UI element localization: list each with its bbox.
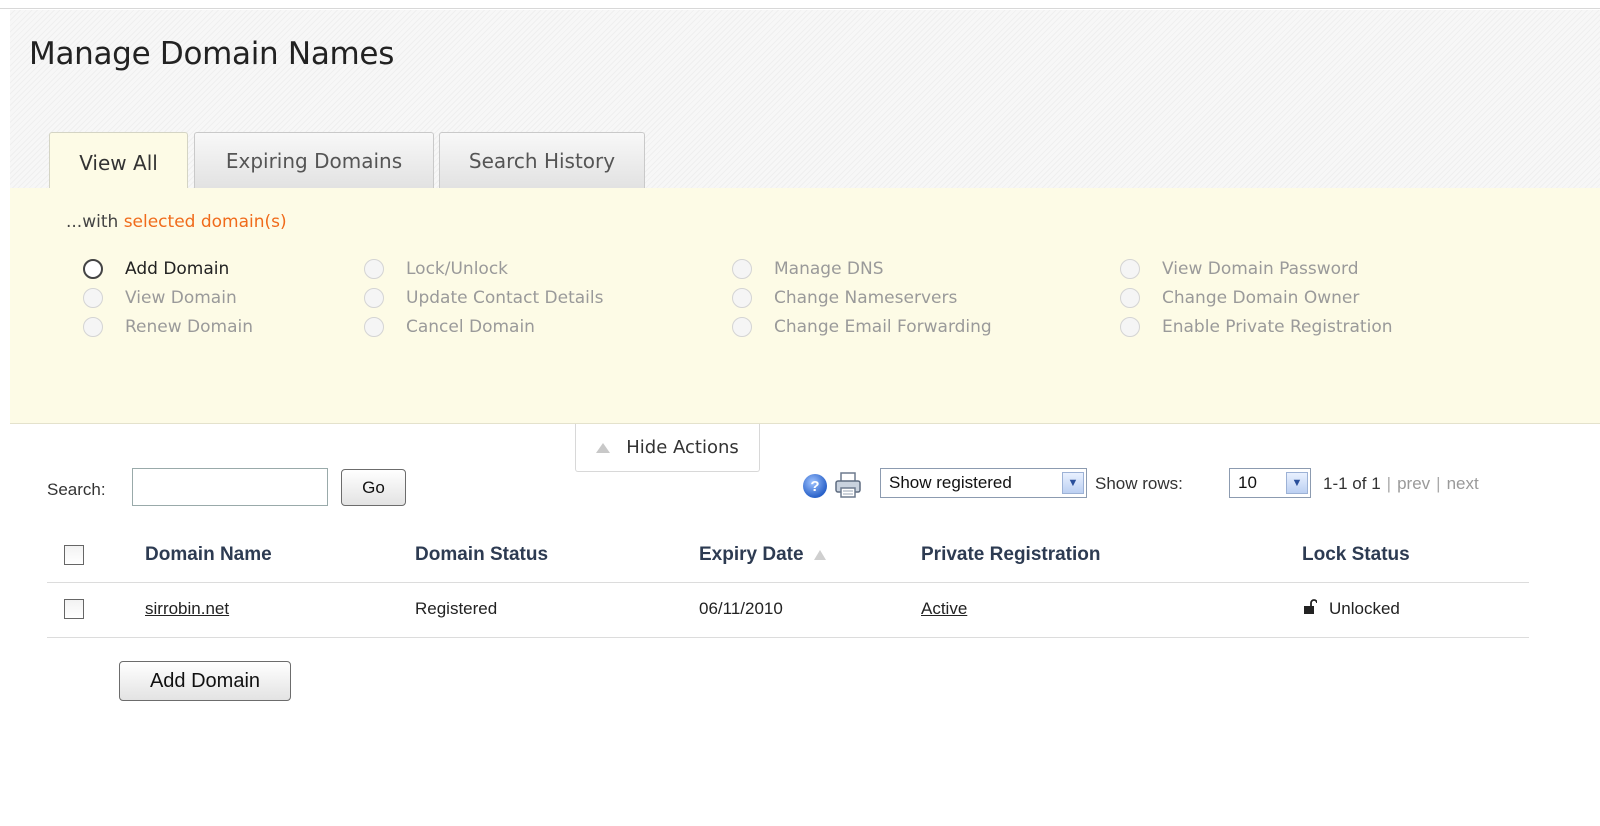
action-lock-unlock: Lock/Unlock (364, 256, 508, 282)
row-checkbox[interactable] (64, 599, 84, 619)
action-cancel-domain: Cancel Domain (364, 314, 535, 340)
column-header-lock-status[interactable]: Lock Status (1302, 544, 1410, 566)
tab-view-all[interactable]: View All (49, 132, 188, 192)
column-header-label: Expiry Date (699, 544, 804, 565)
radio-manage-dns (732, 259, 752, 279)
pagination-range: 1-1 of 1 (1323, 474, 1381, 493)
action-label: Change Nameservers (774, 288, 958, 308)
pagination: 1-1 of 1 | prev | next (1323, 474, 1479, 494)
status-filter-select[interactable]: Show registered ▼ (880, 468, 1087, 498)
radio-add-domain[interactable] (83, 259, 103, 279)
column-header-domain-status[interactable]: Domain Status (415, 544, 548, 566)
radio-lock-unlock (364, 259, 384, 279)
action-label: Renew Domain (125, 317, 254, 337)
radio-view-domain (83, 288, 103, 308)
selection-hint-prefix: ...with (66, 212, 119, 232)
tab-expiring-domains[interactable]: Expiring Domains (194, 132, 434, 188)
radio-change-nameservers (732, 288, 752, 308)
row-divider (47, 637, 1529, 638)
radio-enable-private-registration (1120, 317, 1140, 337)
radio-change-domain-owner (1120, 288, 1140, 308)
radio-cancel-domain (364, 317, 384, 337)
go-button[interactable]: Go (341, 469, 406, 506)
action-view-domain: View Domain (83, 285, 237, 311)
tab-search-history[interactable]: Search History (439, 132, 645, 188)
printer-icon[interactable] (833, 470, 863, 500)
page-title: Manage Domain Names (29, 36, 395, 72)
rows-per-page-select[interactable]: 10 ▼ (1229, 468, 1311, 498)
action-label: Update Contact Details (406, 288, 604, 308)
radio-update-contact-details (364, 288, 384, 308)
action-label: Add Domain (125, 259, 230, 279)
action-label: View Domain Password (1162, 259, 1359, 279)
search-label: Search: (47, 480, 106, 499)
chevron-down-icon[interactable]: ▼ (1286, 472, 1308, 494)
action-change-domain-owner: Change Domain Owner (1120, 285, 1359, 311)
expiry-date-cell: 06/11/2010 (699, 599, 783, 618)
action-label: Cancel Domain (406, 317, 535, 337)
status-filter-value: Show registered (889, 473, 1012, 492)
action-label: Enable Private Registration (1162, 317, 1393, 337)
action-label: Manage DNS (774, 259, 884, 279)
pagination-separator: | (1436, 474, 1441, 493)
top-border (0, 8, 1600, 9)
radio-view-domain-password (1120, 259, 1140, 279)
pagination-separator: | (1386, 474, 1392, 493)
action-update-contact-details: Update Contact Details (364, 285, 603, 311)
header-divider (47, 582, 1529, 583)
selection-hint: ...with selected domain(s) (66, 212, 287, 232)
action-renew-domain: Renew Domain (83, 314, 253, 340)
select-all-checkbox[interactable] (64, 545, 84, 565)
search-input[interactable] (132, 468, 328, 506)
action-view-domain-password: View Domain Password (1120, 256, 1359, 282)
unlocked-padlock-icon (1304, 599, 1317, 614)
domain-status-cell: Registered (415, 599, 498, 618)
action-add-domain[interactable]: Add Domain (83, 256, 229, 282)
add-domain-button[interactable]: Add Domain (119, 661, 291, 701)
hide-actions-label: Hide Actions (626, 437, 739, 458)
radio-change-email-forwarding (732, 317, 752, 337)
action-label: Lock/Unlock (406, 259, 509, 279)
column-header-private-registration[interactable]: Private Registration (921, 544, 1101, 566)
column-header-domain-name[interactable]: Domain Name (145, 544, 272, 566)
rows-per-page-value: 10 (1238, 473, 1257, 492)
prev-page-link[interactable]: prev (1397, 474, 1430, 493)
help-icon[interactable]: ? (803, 474, 827, 498)
selection-hint-highlight: selected domain(s) (123, 212, 287, 232)
action-change-email-forwarding: Change Email Forwarding (732, 314, 992, 340)
domain-name-link[interactable]: sirrobin.net (145, 599, 229, 619)
triangle-up-icon (596, 442, 611, 453)
private-registration-link[interactable]: Active (921, 599, 967, 619)
action-enable-private-registration: Enable Private Registration (1120, 314, 1393, 340)
sort-ascending-icon (813, 550, 826, 560)
lock-status-cell: Unlocked (1329, 599, 1400, 618)
hide-actions-button[interactable]: Hide Actions (575, 424, 760, 472)
action-manage-dns: Manage DNS (732, 256, 884, 282)
show-rows-label: Show rows: (1095, 474, 1183, 493)
action-change-nameservers: Change Nameservers (732, 285, 957, 311)
next-page-link[interactable]: next (1447, 474, 1479, 493)
action-label: Change Email Forwarding (774, 317, 992, 337)
column-header-expiry-date[interactable]: Expiry Date (699, 544, 826, 566)
action-label: Change Domain Owner (1162, 288, 1360, 308)
chevron-down-icon[interactable]: ▼ (1062, 472, 1084, 494)
action-label: View Domain (125, 288, 237, 308)
radio-renew-domain (83, 317, 103, 337)
